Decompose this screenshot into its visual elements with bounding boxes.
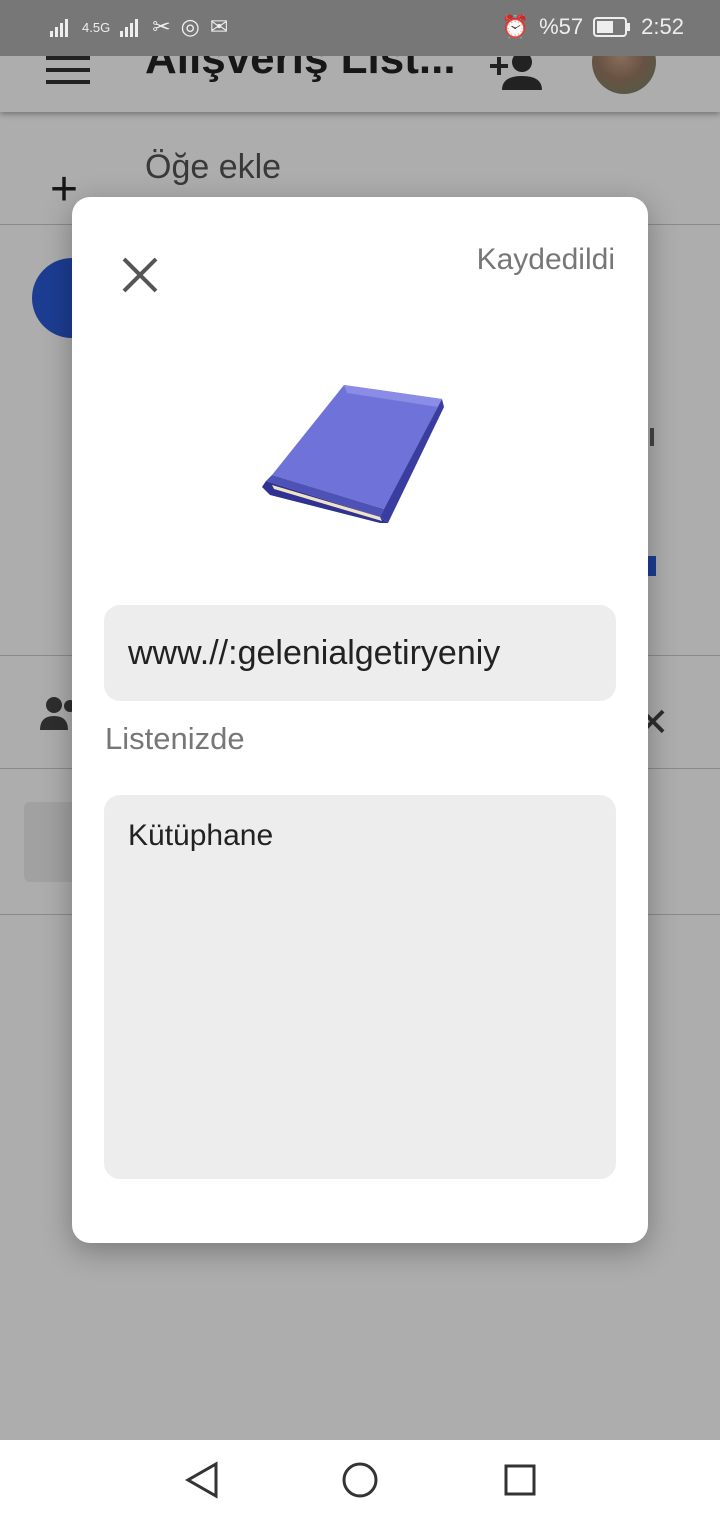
signal-icon bbox=[120, 19, 139, 37]
battery-percent: %57 bbox=[539, 14, 584, 39]
url-field[interactable]: www.//:gelenialgetiryeniy bbox=[104, 605, 616, 701]
book-icon bbox=[262, 377, 452, 532]
battery-icon bbox=[593, 17, 631, 37]
recents-icon[interactable] bbox=[498, 1458, 542, 1502]
chrome-icon: ◎ bbox=[180, 14, 200, 39]
list-label: Listenizde bbox=[105, 721, 245, 756]
signal-icon bbox=[50, 19, 68, 37]
home-icon[interactable] bbox=[338, 1458, 382, 1502]
navigation-bar bbox=[0, 1440, 720, 1520]
close-icon[interactable] bbox=[118, 253, 162, 297]
status-bar: 4.5G ✂ ◎ ✉ ⏰ %57 2:52 bbox=[0, 0, 720, 56]
scissors-icon: ✂ bbox=[152, 14, 171, 39]
clock: 2:52 bbox=[641, 14, 684, 39]
alarm-icon: ⏰ bbox=[501, 14, 530, 39]
note-field[interactable]: Kütüphane bbox=[104, 795, 616, 1179]
network-type: 4.5G bbox=[82, 19, 111, 35]
item-detail-dialog: Kaydedildi www.//:gelenialgetiryeniy Lis… bbox=[72, 197, 648, 1243]
saved-status: Kaydedildi bbox=[476, 243, 615, 276]
back-icon[interactable] bbox=[180, 1458, 224, 1502]
mail-icon: ✉ bbox=[209, 14, 229, 39]
